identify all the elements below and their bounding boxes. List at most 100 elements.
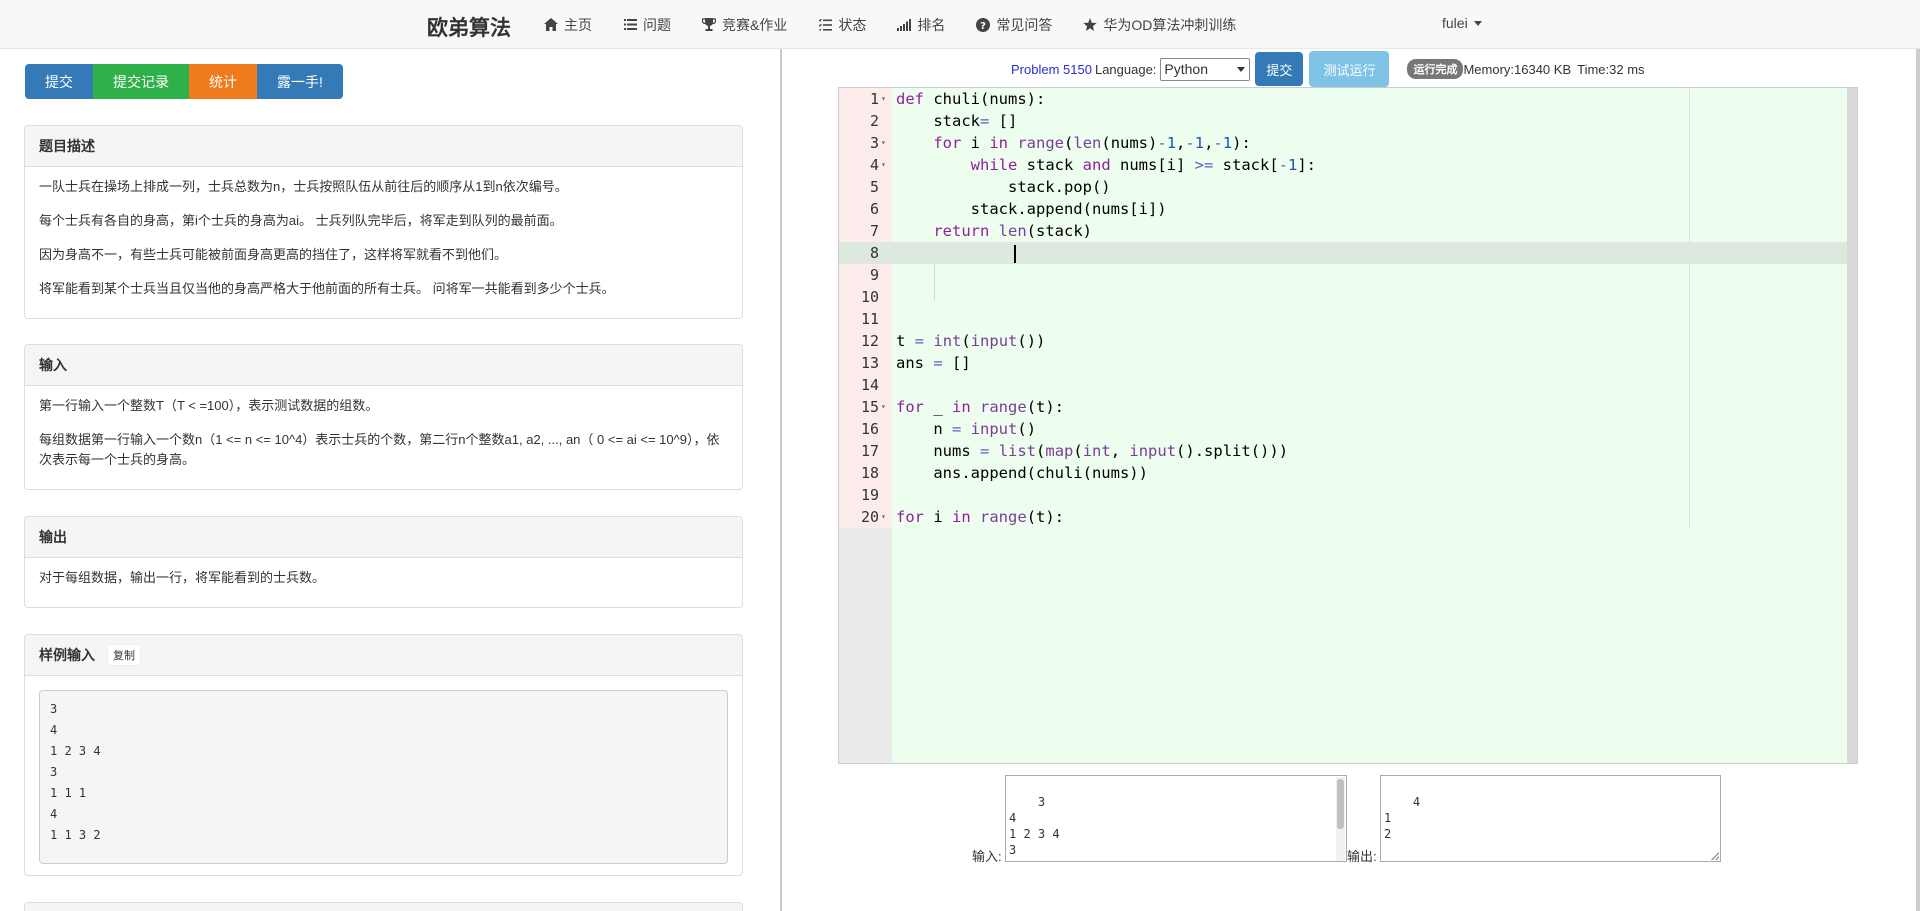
nav-item-home[interactable]: 主页	[544, 15, 592, 35]
code-line[interactable]: 18 ans.append(chuli(nums))	[839, 462, 1857, 484]
code-line[interactable]: 17 nums = list(map(int, input().split())…	[839, 440, 1857, 462]
line-number: 3	[869, 134, 879, 152]
copy-button[interactable]: 复制	[107, 644, 141, 666]
description-body: 一队士兵在操场上排成一列，士兵总数为n，士兵按照队伍从前往后的顺序从1到n依次编…	[25, 167, 742, 317]
star-icon	[1083, 17, 1098, 32]
code-line[interactable]: 11	[839, 308, 1857, 330]
output-paragraph: 对于每组数据，输出一行，将军能看到的士兵数。	[39, 570, 326, 585]
user-menu[interactable]: fulei	[1442, 15, 1482, 31]
nav-item-problems[interactable]: 问题	[623, 15, 671, 35]
line-number: 14	[860, 376, 879, 394]
fold-toggle-icon[interactable]: ▾	[881, 506, 886, 528]
show-off-button[interactable]: 露一手!	[257, 64, 343, 99]
brand-logo[interactable]: 欧弟算法	[427, 12, 511, 42]
line-number: 20	[860, 508, 879, 526]
input-body: 第一行输入一个整数T（T < =100），表示测试数据的组数。 每组数据第一行输…	[25, 386, 742, 488]
time-readout: Time:32 ms	[1577, 61, 1645, 77]
page-scrollbar[interactable]	[1916, 49, 1920, 911]
sample-input-header: 样例输入 复制	[25, 635, 742, 676]
description-paragraph: 一队士兵在操场上排成一列，士兵总数为n，士兵按照队伍从前往后的顺序从1到n依次编…	[39, 179, 568, 194]
nav-item-training[interactable]: 华为OD算法冲刺训练	[1083, 15, 1236, 35]
code-line[interactable]: 3 ▾ for i in range(len(nums)-1,-1,-1):	[839, 132, 1857, 154]
run-input-value: 3 4 1 2 3 4 3 1 1 1	[1009, 795, 1060, 861]
nav-label-status: 状态	[838, 16, 867, 33]
resize-grip-icon[interactable]	[1711, 852, 1719, 860]
code-line[interactable]: 10	[839, 286, 1857, 308]
input-paragraph: 每组数据第一行输入一个数n（1 <= n <= 10^4）表示士兵的个数，第二行…	[39, 432, 720, 467]
description-title: 题目描述	[25, 126, 742, 167]
line-number: 8	[869, 244, 879, 262]
code-text: nums = list(map(int, input().split()))	[896, 442, 1289, 460]
nav-item-status[interactable]: 状态	[818, 15, 866, 35]
code-line[interactable]: 16 n = input()	[839, 418, 1857, 440]
run-input-scrollbar[interactable]	[1336, 777, 1345, 861]
code-line[interactable]: 8	[839, 242, 1857, 264]
line-number: 5	[869, 178, 879, 196]
code-line[interactable]: 4 ▾ while stack and nums[i] >= stack[-1]:	[839, 154, 1857, 176]
code-text: return len(stack)	[933, 222, 1092, 240]
run-output-textarea[interactable]: 4 1 2	[1380, 775, 1721, 862]
description-panel: 题目描述 一队士兵在操场上排成一列，士兵总数为n，士兵按照队伍从前往后的顺序从1…	[24, 125, 743, 319]
nav-item-contests[interactable]: 竞赛&作业	[702, 15, 787, 35]
nav-item-faq[interactable]: ? 常见问答	[976, 15, 1052, 35]
fold-toggle-icon[interactable]: ▾	[881, 88, 886, 110]
svg-text:?: ?	[980, 21, 986, 32]
line-number: 4	[869, 156, 879, 174]
code-line[interactable]: 13 ans = []	[839, 352, 1857, 374]
line-number: 18	[860, 464, 879, 482]
nav-item-ranking[interactable]: 排名	[897, 15, 945, 35]
line-number: 15	[860, 398, 879, 416]
navbar: 欧弟算法 主页 问题 竞赛&作业 状态 排名 ? 常见问答 华为OD算法冲刺训练	[0, 0, 1920, 49]
submission-records-button[interactable]: 提交记录	[93, 64, 189, 99]
memory-readout: Memory:16340 KB	[1463, 61, 1572, 77]
code-line[interactable]: 14	[839, 374, 1857, 396]
code-text: stack.append(nums[i])	[896, 200, 1167, 218]
code-text: for i in range(t):	[896, 508, 1065, 526]
code-text: for i in range(len(nums)-1,-1,-1):	[933, 134, 1251, 152]
language-select[interactable]: Python	[1160, 57, 1251, 81]
run-input-textarea[interactable]: 3 4 1 2 3 4 3 1 1 1	[1005, 775, 1347, 862]
code-line[interactable]: 1 ▾ def chuli(nums):	[839, 88, 1857, 110]
code-editor[interactable]: 1 ▾ def chuli(nums): 2 stack= [] 3 ▾ for i in…	[838, 87, 1858, 764]
fold-toggle-icon[interactable]: ▾	[881, 396, 886, 418]
code-text: for _ in range(t):	[896, 398, 1065, 416]
language-value: Python	[1164, 61, 1209, 77]
code-line[interactable]: 6 stack.append(nums[i])	[839, 198, 1857, 220]
code-text: ans.append(chuli(nums))	[896, 464, 1148, 482]
line-number: 7	[869, 222, 879, 240]
code-line[interactable]: 9	[839, 264, 1857, 286]
output-title: 输出	[25, 517, 742, 558]
code-line[interactable]: 19	[839, 484, 1857, 506]
nav-label-ranking: 排名	[917, 16, 946, 33]
code-text: stack= []	[896, 112, 1018, 130]
sample-input-panel: 样例输入 复制 3 4 1 2 3 4 3 1 1 1 4 1 1 3 2	[24, 634, 743, 876]
code-line[interactable]: 20 ▾ for i in range(t):	[839, 506, 1857, 528]
code-text: stack.pop()	[896, 178, 1111, 196]
nav-label-contests: 竞赛&作业	[722, 16, 788, 33]
submit-tab-button[interactable]: 提交	[25, 64, 93, 99]
code-line[interactable]: 15 ▾ for _ in range(t):	[839, 396, 1857, 418]
test-run-button[interactable]: 测试运行	[1309, 51, 1390, 87]
fold-toggle-icon[interactable]: ▾	[881, 132, 886, 154]
run-output-value: 4 1 2	[1384, 795, 1421, 841]
nav-label-training: 华为OD算法冲刺训练	[1103, 16, 1237, 33]
line-number: 10	[860, 288, 879, 306]
code-line[interactable]: 5 stack.pop()	[839, 176, 1857, 198]
submit-button[interactable]: 提交	[1255, 52, 1304, 86]
sample-input-title: 样例输入	[39, 647, 95, 663]
statistics-button[interactable]: 统计	[189, 64, 257, 99]
nav-label-faq: 常见问答	[996, 16, 1053, 33]
line-number: 19	[860, 486, 879, 504]
scrollbar-thumb[interactable]	[1337, 779, 1344, 829]
text-cursor	[1014, 245, 1016, 263]
code-line[interactable]: 2 stack= []	[839, 110, 1857, 132]
sample-input-content: 3 4 1 2 3 4 3 1 1 1 4 1 1 3 2	[39, 690, 728, 864]
code-text: n = input()	[896, 420, 1037, 438]
fold-toggle-icon[interactable]: ▾	[881, 154, 886, 176]
editor-scrollbar[interactable]	[1847, 88, 1857, 763]
line-number: 13	[860, 354, 879, 372]
code-line[interactable]: 12 t = int(input())	[839, 330, 1857, 352]
input-title: 输入	[25, 345, 742, 386]
code-line[interactable]: 7 return len(stack)	[839, 220, 1857, 242]
code-text: ans = []	[896, 354, 971, 372]
